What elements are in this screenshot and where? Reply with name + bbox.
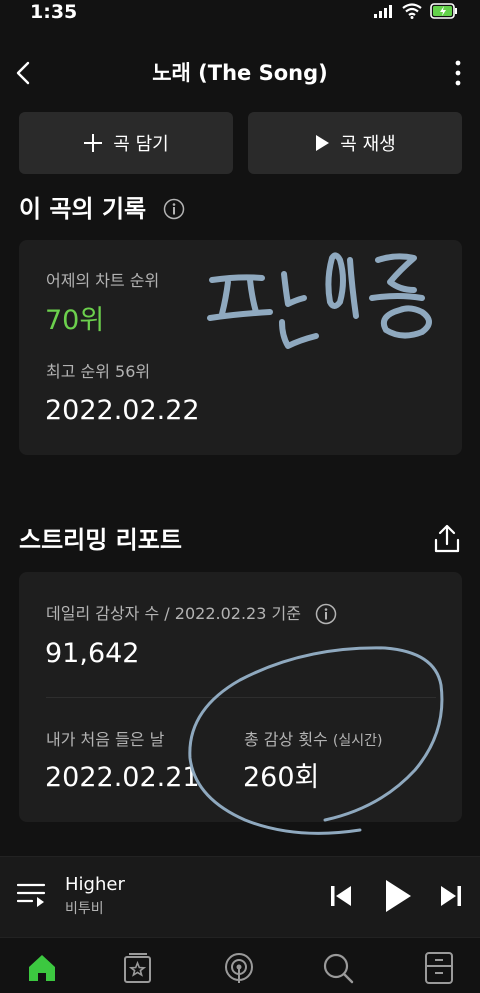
library-icon[interactable] bbox=[123, 952, 153, 984]
play-icon bbox=[316, 135, 330, 151]
best-rank-label: 최고 순위 56위 bbox=[46, 362, 151, 381]
plus-icon bbox=[84, 134, 103, 152]
play-pause-icon[interactable] bbox=[384, 879, 412, 913]
report-heading: 스트리밍 리포트 bbox=[19, 526, 182, 554]
search-icon[interactable] bbox=[322, 952, 354, 986]
info-icon[interactable] bbox=[163, 198, 185, 220]
record-heading: 이 곡의 기록 bbox=[19, 195, 147, 223]
first-listen-label: 내가 처음 들은 날 bbox=[46, 730, 165, 749]
status-icons bbox=[374, 3, 458, 19]
player-artist[interactable]: 비투비 bbox=[65, 900, 104, 918]
daily-listeners-value: 91,642 bbox=[45, 638, 140, 669]
player-song-title[interactable]: Higher bbox=[65, 874, 125, 896]
signal-icon bbox=[374, 5, 392, 18]
next-track-icon[interactable] bbox=[440, 884, 462, 908]
best-rank-date: 2022.02.22 bbox=[45, 395, 200, 426]
add-song-label: 곡 담기 bbox=[113, 134, 169, 155]
previous-track-icon[interactable] bbox=[330, 884, 352, 908]
first-listen-value: 2022.02.21 bbox=[45, 762, 200, 793]
status-time: 1:35 bbox=[30, 1, 78, 23]
home-icon[interactable] bbox=[26, 952, 58, 984]
play-song-label: 곡 재생 bbox=[340, 134, 396, 155]
page-title: 노래 (The Song) bbox=[152, 61, 328, 85]
wifi-icon bbox=[402, 3, 422, 19]
podcast-icon[interactable] bbox=[221, 952, 257, 984]
daily-listeners-label: 데일리 감상자 수 / 2022.02.23 기준 bbox=[46, 604, 301, 623]
battery-icon bbox=[430, 3, 457, 19]
menu-drawer-icon[interactable] bbox=[424, 952, 454, 984]
handwritten-circle bbox=[188, 646, 444, 835]
yesterday-rank-label: 어제의 차트 순위 bbox=[46, 271, 160, 290]
more-options-icon[interactable] bbox=[448, 58, 468, 88]
share-icon[interactable] bbox=[433, 524, 461, 554]
daily-info-icon[interactable] bbox=[315, 603, 337, 625]
yesterday-rank-value: 70위 bbox=[45, 305, 105, 336]
play-song-button[interactable]: 곡 재생 bbox=[248, 112, 462, 174]
playlist-queue-icon[interactable] bbox=[17, 881, 47, 909]
handwriting-overlay bbox=[207, 252, 432, 349]
add-song-button[interactable]: 곡 담기 bbox=[19, 112, 233, 174]
